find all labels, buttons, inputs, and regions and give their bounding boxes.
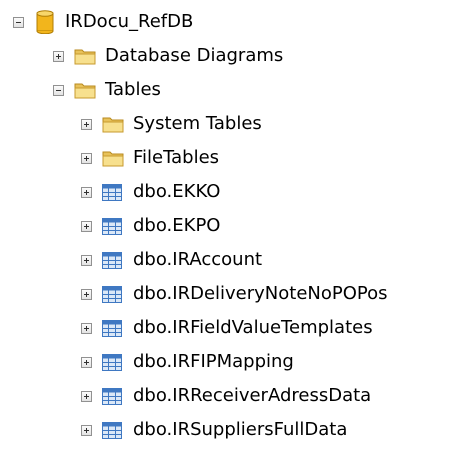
tree-node-system-tables[interactable]: System Tables [0, 107, 469, 141]
folder-icon [102, 149, 124, 171]
collapse-toggle-icon[interactable] [13, 17, 24, 28]
table-icon [102, 184, 122, 205]
tree-node-label: dbo.IRFIPMapping [133, 351, 294, 372]
table-icon [102, 354, 122, 375]
tree-node-label: dbo.IRFieldValueTemplates [133, 317, 373, 338]
tree-node-label: Database Diagrams [105, 45, 284, 66]
tree-node-label: IRDocu_RefDB [65, 11, 194, 32]
tree-node-database-diagrams[interactable]: Database Diagrams [0, 39, 469, 73]
expand-toggle-icon[interactable] [53, 51, 64, 62]
tree-node-dbo-irfieldvaluetemplates[interactable]: dbo.IRFieldValueTemplates [0, 311, 469, 345]
tree-node-label: dbo.IRReceiverAdressData [133, 385, 372, 406]
expand-toggle-icon[interactable] [81, 153, 92, 164]
table-icon [102, 286, 122, 307]
expand-toggle-icon[interactable] [81, 289, 92, 300]
tree-node-label: dbo.IRAccount [133, 249, 263, 270]
tree-node-dbo-iraccount[interactable]: dbo.IRAccount [0, 243, 469, 277]
expand-toggle-icon[interactable] [81, 119, 92, 130]
tree-node-tables[interactable]: Tables [0, 73, 469, 107]
expand-toggle-icon[interactable] [81, 255, 92, 266]
tree-node-dbo-irreceiveradressdata[interactable]: dbo.IRReceiverAdressData [0, 379, 469, 413]
tree-node-filetables[interactable]: FileTables [0, 141, 469, 175]
tree-node-label: FileTables [133, 147, 220, 168]
tree-node-dbo-ekpo[interactable]: dbo.EKPO [0, 209, 469, 243]
tree-node-dbo-irfipmapping[interactable]: dbo.IRFIPMapping [0, 345, 469, 379]
table-icon [102, 320, 122, 341]
folder-icon [74, 81, 96, 103]
table-icon [102, 422, 122, 443]
folder-icon [102, 115, 124, 137]
table-icon [102, 218, 122, 239]
expand-toggle-icon[interactable] [81, 221, 92, 232]
table-icon [102, 388, 122, 409]
tree-node-label: System Tables [133, 113, 262, 134]
object-explorer-tree: IRDocu_RefDB Database Diagrams Tables Sy… [0, 0, 469, 470]
tree-node-label: dbo.IRDeliveryNoteNoPOPos [133, 283, 388, 304]
tree-node-label: Tables [105, 79, 161, 100]
expand-toggle-icon[interactable] [81, 357, 92, 368]
tree-node-dbo-irsuppliersfulldata[interactable]: dbo.IRSuppliersFullData [0, 413, 469, 447]
tree-node-dbo-ekko[interactable]: dbo.EKKO [0, 175, 469, 209]
expand-toggle-icon[interactable] [81, 425, 92, 436]
tree-node-dbo-irdeliverynotenopopos[interactable]: dbo.IRDeliveryNoteNoPOPos [0, 277, 469, 311]
folder-icon [74, 47, 96, 69]
expand-toggle-icon[interactable] [81, 323, 92, 334]
tree-node-label: dbo.EKPO [133, 215, 221, 236]
table-icon [102, 252, 122, 273]
collapse-toggle-icon[interactable] [53, 85, 64, 96]
tree-node-irdocu-refdb[interactable]: IRDocu_RefDB [0, 5, 469, 39]
tree-node-label: dbo.IRSuppliersFullData [133, 419, 348, 440]
database-icon [36, 10, 54, 38]
expand-toggle-icon[interactable] [81, 187, 92, 198]
expand-toggle-icon[interactable] [81, 391, 92, 402]
tree-node-label: dbo.EKKO [133, 181, 221, 202]
